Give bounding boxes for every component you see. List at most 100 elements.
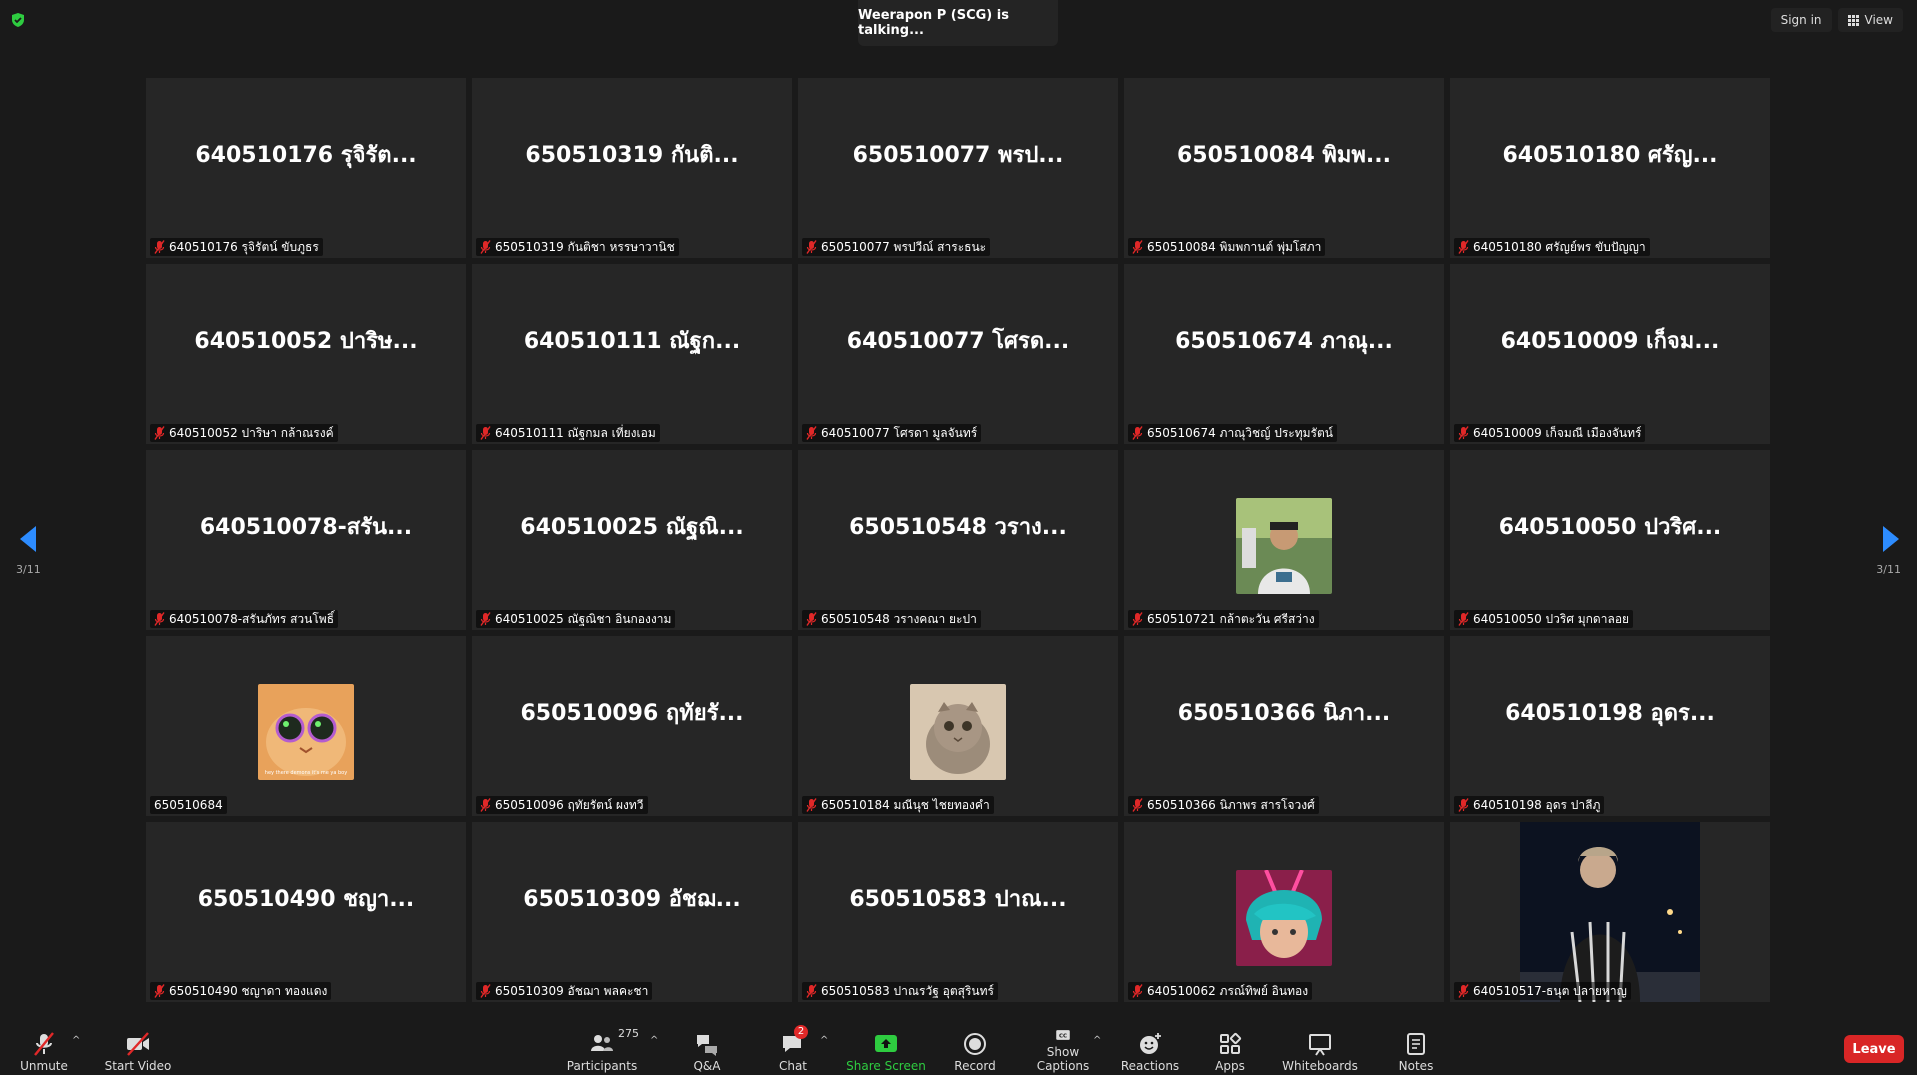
microphone-muted-icon [480, 426, 491, 440]
participant-name-text: 640510052 ปาริษา กล้าณรงค์ [169, 425, 334, 440]
participant-tile[interactable]: 640510025 ณัฐณิ... 640510025 ณัฐณิชา อินก… [472, 450, 792, 630]
participant-name-text: 640510078-สรันภัทร สวนโพธิ์ [169, 611, 335, 626]
microphone-muted-icon [480, 612, 491, 626]
participant-name-text: 650510096 ฤทัยรัตน์ ผงทวี [495, 797, 644, 812]
participant-tile[interactable]: 640510052 ปาริษ... 640510052 ปาริษา กล้าณ… [146, 264, 466, 444]
participant-tile[interactable]: 640510111 ณัฐก... 640510111 ณัฐกมล เที่ยง… [472, 264, 792, 444]
participant-name-text: 650510721 กล้าตะวัน ศรีสว่าง [1147, 611, 1315, 626]
page-indicator-left: 3/11 [16, 563, 41, 576]
participant-tile[interactable]: 650510096 ฤทัยรั... 650510096 ฤทัยรัตน์ ผ… [472, 636, 792, 816]
participant-tile[interactable]: 650510366 นิภา... 650510366 นิภาพร สารโจว… [1124, 636, 1444, 816]
active-speaker-banner: Weerapon P (SCG) is talking... [858, 0, 1058, 46]
participant-tile[interactable]: 650510548 วราง... 650510548 วรางคณา ยะปา [798, 450, 1118, 630]
participant-tile[interactable]: 640510176 รุจิรัต... 640510176 รุจิรัตน์ … [146, 78, 466, 258]
reactions-smiley-icon [1140, 1033, 1161, 1054]
participant-name-text: 650510548 วรางคณา ยะปา [821, 611, 977, 626]
chat-button[interactable]: Chat 2 [772, 1025, 814, 1073]
apps-button[interactable]: Apps [1210, 1027, 1250, 1073]
participants-button[interactable]: Participants 275 [566, 1027, 639, 1073]
captions-options-caret-icon[interactable]: ^ [1093, 1035, 1101, 1046]
participant-tile[interactable]: 640510050 ปวริศ... 640510050 ปวริศ มุกดาล… [1450, 450, 1770, 630]
participant-display-name: 650510096 ฤทัยรั... [520, 700, 744, 726]
record-label: Record [954, 1059, 996, 1073]
participant-name-label: 640510517-ธนุต ปลายหาญ [1454, 982, 1631, 1000]
share-screen-button[interactable]: Share Screen [846, 1027, 926, 1073]
next-page-arrow-icon[interactable] [1879, 524, 1903, 554]
chat-label: Chat [778, 1059, 808, 1073]
participant-name-label: 650510096 ฤทัยรัตน์ ผงทวี [476, 796, 648, 814]
show-captions-button[interactable]: CC Show Captions [1022, 1027, 1104, 1073]
participant-tile[interactable]: 650510084 พิมพ... 650510084 พิมพกานต์ พุ่… [1124, 78, 1444, 258]
participant-tile[interactable]: 650510184 มณีนุช ไชยทองคำ [798, 636, 1118, 816]
participant-name-label: 640510052 ปาริษา กล้าณรงค์ [150, 424, 338, 442]
participant-name-text: 650510490 ชญาดา ทองแดง [169, 983, 328, 998]
participant-name-text: 640510062 ภรณ์ทิพย์ อินทอง [1147, 983, 1309, 998]
participant-tile[interactable]: 640510009 เก็จม... 640510009 เก็จมณี เมือ… [1450, 264, 1770, 444]
security-shield-icon[interactable] [10, 12, 26, 28]
participants-count: 275 [618, 1027, 639, 1040]
leave-button[interactable]: Leave [1844, 1035, 1904, 1063]
unmute-button[interactable]: Unmute [18, 1027, 70, 1073]
participant-display-name: 640510180 ศรัญ... [1502, 142, 1718, 168]
microphone-muted-icon [154, 426, 165, 440]
participant-name-label: 640510009 เก็จมณี เมืองจันทร์ [1454, 424, 1646, 442]
reactions-button[interactable]: Reactions [1121, 1027, 1179, 1073]
participant-tile[interactable]: 640510078-สรัน... 640510078-สรันภัทร สวนโ… [146, 450, 466, 630]
microphone-muted-icon [480, 984, 491, 998]
participant-name-label: 640510176 รุจิรัตน์ ขับภูธร [150, 238, 323, 256]
participants-options-caret-icon[interactable]: ^ [650, 1035, 658, 1046]
participant-tile[interactable]: 650510490 ชญา... 650510490 ชญาดา ทองแดง [146, 822, 466, 1002]
participant-tile[interactable]: 650510319 กันติ... 650510319 กันติชา หรรษ… [472, 78, 792, 258]
participant-tile[interactable]: 640510062 ภรณ์ทิพย์ อินทอง [1124, 822, 1444, 1002]
microphone-muted-icon [1132, 240, 1143, 254]
participant-name-label: 650510319 กันติชา หรรษาวานิช [476, 238, 679, 256]
participant-name-text: 650510366 นิภาพร สารโจวงศ์ [1147, 797, 1315, 812]
record-icon [964, 1033, 986, 1055]
microphone-muted-icon [1132, 984, 1143, 998]
notes-label: Notes [1398, 1059, 1434, 1073]
participant-name-label: 650510077 พรปวีณ์ สาระธนะ [802, 238, 991, 256]
sign-in-button[interactable]: Sign in [1770, 8, 1832, 32]
participant-name-label: 650510548 วรางคณา ยะปา [802, 610, 981, 628]
participant-tile[interactable]: 640510198 อุดร... 640510198 อุดร ปาลีภู [1450, 636, 1770, 816]
view-button[interactable]: View [1837, 8, 1903, 32]
participant-display-name: 640510050 ปวริศ... [1498, 514, 1722, 540]
night-portrait-image [1520, 822, 1700, 1002]
participant-tile[interactable]: 650510721 กล้าตะวัน ศรีสว่าง [1124, 450, 1444, 630]
record-button[interactable]: Record [950, 1027, 1000, 1073]
participant-name-text: 650510319 กันติชา หรรษาวานิช [495, 239, 675, 254]
participant-tile[interactable]: 650510309 อัชฌ... 650510309 อัชฌา พลคะชา [472, 822, 792, 1002]
microphone-muted-icon [1458, 984, 1469, 998]
previous-page-arrow-icon[interactable] [16, 524, 40, 554]
participant-name-text: 640510198 อุดร ปาลีภู [1473, 797, 1601, 812]
participant-tile[interactable]: 650510583 ปาณ... 650510583 ปาณรวัฐ อุตสุร… [798, 822, 1118, 1002]
notes-button[interactable]: Notes [1394, 1027, 1438, 1073]
participant-tile[interactable]: 640510517-ธนุต ปลายหาญ [1450, 822, 1770, 1002]
closed-captions-icon: CC [1056, 1030, 1070, 1040]
participant-name-label: 640510180 ศรัญย์พร ขับปัญญา [1454, 238, 1650, 256]
qa-button[interactable]: Q&A [686, 1027, 728, 1073]
participant-name-text: 640510025 ณัฐณิชา อินกองงาม [495, 611, 672, 626]
participant-tile[interactable]: 640510077 โศรด... 640510077 โศรดา มูลจันท… [798, 264, 1118, 444]
start-video-label: Start Video [104, 1059, 172, 1073]
participant-name-text: 650510184 มณีนุช ไชยทองคำ [821, 797, 990, 812]
person-photo-image [1236, 498, 1332, 594]
chat-options-caret-icon[interactable]: ^ [820, 1035, 828, 1046]
participant-tile[interactable]: 650510077 พรป... 650510077 พรปวีณ์ สาระธน… [798, 78, 1118, 258]
start-video-button[interactable]: Start Video [104, 1027, 172, 1073]
qa-label: Q&A [693, 1059, 721, 1073]
participant-tile[interactable]: 640510180 ศรัญ... 640510180 ศรัญย์พร ขับป… [1450, 78, 1770, 258]
participant-display-name: 650510084 พิมพ... [1176, 142, 1391, 168]
participant-name-label: 640510077 โศรดา มูลจันทร์ [802, 424, 982, 442]
whiteboards-button[interactable]: Whiteboards [1282, 1027, 1358, 1073]
microphone-muted-icon [806, 612, 817, 626]
audio-options-caret-icon[interactable]: ^ [72, 1035, 80, 1046]
participant-name-text: 650510077 พรปวีณ์ สาระธนะ [821, 239, 987, 254]
microphone-muted-icon [154, 612, 165, 626]
microphone-muted-icon [1458, 426, 1469, 440]
participant-display-name: 640510025 ณัฐณิ... [520, 514, 744, 540]
participant-tile[interactable]: hey there demons it's me ya boy 650510684 [146, 636, 466, 816]
participant-tile[interactable]: 650510674 ภาณุ... 650510674 ภาณุวิชญ์ ประ… [1124, 264, 1444, 444]
participant-display-name: 640510111 ณัฐก... [523, 328, 741, 354]
participant-name-text: 650510583 ปาณรวัฐ อุตสุรินทร์ [821, 983, 994, 998]
